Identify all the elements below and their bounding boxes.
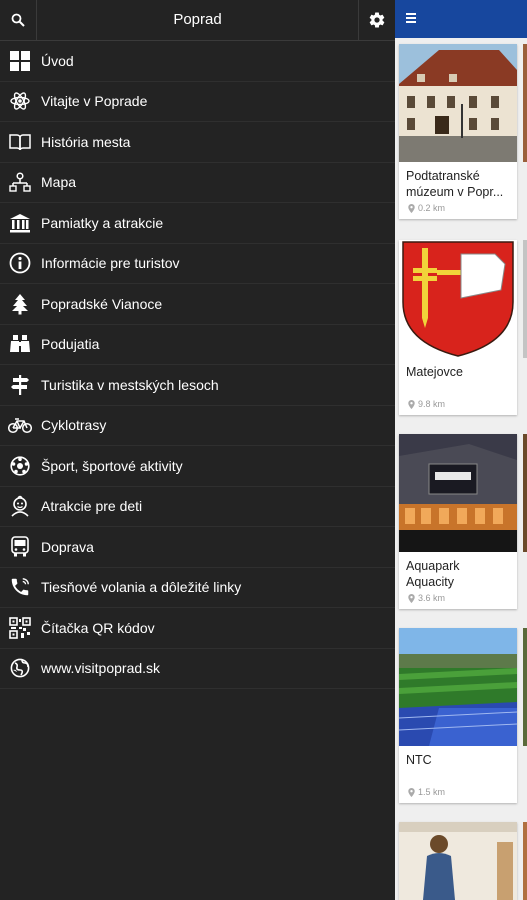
menu-item-label: Úvod <box>41 52 74 69</box>
search-button[interactable] <box>0 0 37 40</box>
info-icon <box>0 244 40 283</box>
menu-item-podujatia[interactable]: Podujatia <box>0 325 395 365</box>
globe-icon <box>0 649 40 688</box>
place-photo <box>399 240 517 358</box>
atom-icon <box>0 82 40 121</box>
place-card-partial[interactable] <box>399 822 517 900</box>
menu-item-label: Tiesňové volania a dôležité linky <box>41 579 242 596</box>
menu-item-deti[interactable]: Atrakcie pre deti <box>0 487 395 527</box>
menu-item-sport[interactable]: Šport, športové aktivity <box>0 446 395 487</box>
menu-item-mapa[interactable]: Mapa <box>0 163 395 203</box>
drawer-header: Poprad <box>0 0 395 41</box>
search-icon <box>11 13 25 27</box>
menu-item-historia[interactable]: História mesta <box>0 122 395 163</box>
binoculars-icon <box>0 325 40 364</box>
menu-item-vianoce[interactable]: Popradské Vianoce <box>0 284 395 325</box>
place-photo <box>399 822 517 900</box>
place-photo <box>399 434 517 552</box>
menu-item-web[interactable]: www.visitpoprad.sk <box>0 649 395 689</box>
place-distance: 9.8 km <box>399 397 517 415</box>
place-name: Matejovce <box>406 365 463 379</box>
menu-item-label: História mesta <box>41 133 131 150</box>
distance-value: 0.2 km <box>418 203 446 213</box>
museum-icon <box>0 203 40 242</box>
menu-item-label: Mapa <box>41 174 77 191</box>
menu-item-tiesnove[interactable]: Tiesňové volania a dôležité linky <box>0 568 395 608</box>
card-peek <box>523 434 527 552</box>
app-toolbar <box>395 0 527 38</box>
distance-value: 9.8 km <box>418 399 446 409</box>
menu-item-informacie[interactable]: Informácie pre turistov <box>0 244 395 284</box>
bicycle-icon <box>0 406 40 445</box>
menu-item-doprava[interactable]: Doprava <box>0 527 395 568</box>
location-pin-icon <box>408 203 415 213</box>
menu-item-turistika[interactable]: Turistika v mestských lesoch <box>0 365 395 406</box>
tree-icon <box>0 284 40 323</box>
distance-value: 3.6 km <box>418 593 446 603</box>
menu-item-uvod[interactable]: Úvod <box>0 41 395 82</box>
gear-icon <box>369 12 385 28</box>
place-card-matejovce[interactable]: Matejovce 9.8 km <box>399 240 517 415</box>
card-peek <box>523 44 527 162</box>
place-distance: 0.2 km <box>399 201 517 219</box>
place-photo <box>399 44 517 162</box>
main-content: Podtatranské múzeum v Popr... 0.2 km Mat… <box>395 0 527 900</box>
place-card-ntc[interactable]: NTC 1.5 km <box>399 628 517 803</box>
place-photo <box>399 628 517 746</box>
location-pin-icon <box>408 399 415 409</box>
menu-item-label: Šport, športové aktivity <box>41 457 183 474</box>
map-network-icon <box>0 163 40 202</box>
menu-item-label: Pamiatky a atrakcie <box>41 214 164 231</box>
drawer-menu: Úvod Vitajte v Poprade História mesta Ma… <box>0 41 395 689</box>
place-name: Aquapark Aquacity <box>406 559 460 589</box>
app-title: Poprad <box>173 11 222 28</box>
location-pin-icon <box>408 787 415 797</box>
menu-item-qr[interactable]: Čítačka QR kódov <box>0 608 395 649</box>
place-card-podtatranske[interactable]: Podtatranské múzeum v Popr... 0.2 km <box>399 44 517 219</box>
place-name: NTC <box>406 753 432 767</box>
navigation-drawer: Poprad Úvod Vitajte v Poprade História m… <box>0 0 395 900</box>
menu-item-label: Popradské Vianoce <box>41 295 163 312</box>
location-pin-icon <box>408 593 415 603</box>
menu-item-pamiatky[interactable]: Pamiatky a atrakcie <box>0 203 395 244</box>
menu-item-label: Vitajte v Poprade <box>41 93 148 110</box>
card-peek <box>523 822 527 900</box>
menu-item-cyklotrasy[interactable]: Cyklotrasy <box>0 406 395 446</box>
signpost-icon <box>0 365 40 404</box>
place-name: Podtatranské múzeum v Popr... <box>406 169 504 199</box>
hamburger-menu-icon[interactable] <box>406 12 416 24</box>
settings-button[interactable] <box>358 0 395 40</box>
distance-value: 1.5 km <box>418 787 446 797</box>
phone-icon <box>0 568 40 607</box>
menu-item-label: www.visitpoprad.sk <box>41 660 161 677</box>
menu-item-label: Cyklotrasy <box>41 417 107 434</box>
bus-icon <box>0 527 40 566</box>
place-distance: 1.5 km <box>399 785 517 803</box>
book-icon <box>0 122 40 161</box>
card-peek <box>523 628 527 746</box>
menu-item-label: Informácie pre turistov <box>41 255 180 272</box>
card-peek <box>523 240 527 358</box>
qr-code-icon <box>0 608 40 647</box>
menu-item-label: Atrakcie pre deti <box>41 498 143 515</box>
menu-item-label: Podujatia <box>41 336 100 353</box>
place-distance: 3.6 km <box>399 591 517 609</box>
menu-item-label: Turistika v mestských lesoch <box>41 376 219 393</box>
menu-item-vitajte[interactable]: Vitajte v Poprade <box>0 82 395 122</box>
place-card-aquacity[interactable]: Aquapark Aquacity 3.6 km <box>399 434 517 609</box>
menu-item-label: Čítačka QR kódov <box>41 619 155 636</box>
grid-icon <box>0 41 40 80</box>
menu-item-label: Doprava <box>41 538 94 555</box>
child-icon <box>0 487 40 526</box>
ball-icon <box>0 446 40 485</box>
